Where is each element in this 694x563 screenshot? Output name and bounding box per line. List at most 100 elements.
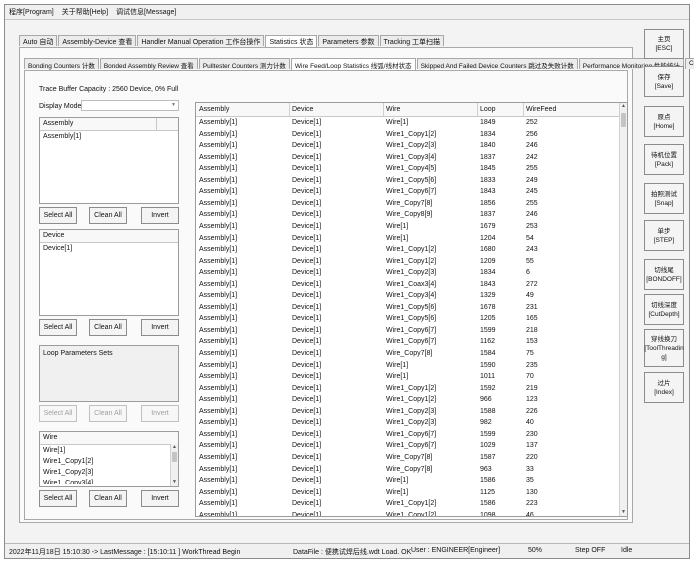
table-row[interactable]: Assembly[1] Device[1] Wire1_Copy1[2] 966 123: [196, 394, 620, 406]
table-row[interactable]: Assembly[1] Device[1] Wire1_Copy6[7] 1599 21…: [196, 325, 620, 337]
wire-feed-loop-table[interactable]: Assembly Device Wire Loop WireFeed Assem…: [195, 102, 628, 517]
table-row[interactable]: Assembly[1] Device[1] Wire_Copy7[8] 963 33: [196, 464, 620, 476]
assembly-invert-button[interactable]: Invert: [141, 207, 179, 224]
column-header-wirefeed[interactable]: WireFeed: [526, 103, 556, 116]
tab-handler-manual[interactable]: Handler Manual Operation 工作台操作: [137, 35, 265, 46]
tab-skipped-failed[interactable]: Skipped And Failed Device Counters 跳过及失败…: [416, 58, 578, 70]
device-clean-all-button[interactable]: Clean All: [89, 319, 127, 336]
table-scrollbar[interactable]: ▲ ▼: [619, 103, 627, 516]
list-item[interactable]: Wire1_Copy2[3]: [40, 467, 178, 478]
tab-bonding-counters[interactable]: Bonding Counters 计数: [24, 58, 99, 70]
table-row[interactable]: Assembly[1] Device[1] Wire[1] 1849 252: [196, 117, 620, 129]
tab-wire-feed-loop[interactable]: Wire Feed/Loop Statistics 线弧/线材状态: [290, 58, 416, 70]
snap-test-button[interactable]: 拍照测试 [Snap]: [644, 183, 684, 214]
wire-select-all-button[interactable]: Select All: [39, 490, 77, 507]
list-item[interactable]: Device[1]: [40, 243, 178, 254]
table-row[interactable]: Assembly[1] Device[1] Wire1_Copy3[4] 1837 24…: [196, 152, 620, 164]
table-row[interactable]: Assembly[1] Device[1] Wire_Copy8[9] 1837 246: [196, 209, 620, 221]
table-row[interactable]: Assembly[1] Device[1] Wire1_Copy3[4] 1329 49: [196, 290, 620, 302]
wire-list[interactable]: Wire Wire[1] Wire1_Copy1[2] Wire1_Copy2[…: [39, 431, 179, 487]
table-row[interactable]: Assembly[1] Device[1] Wire1_Copy5[6] 1678 23…: [196, 302, 620, 314]
table-row[interactable]: Assembly[1] Device[1] Wire[1] 1586 35: [196, 475, 620, 487]
menu-help[interactable]: 关于帮助[Help]: [58, 7, 112, 17]
scroll-thumb[interactable]: [621, 113, 626, 127]
device-select-all-button[interactable]: Select All: [39, 319, 77, 336]
column-header-device[interactable]: Device: [292, 103, 313, 116]
table-cell: Device[1]: [292, 430, 322, 438]
column-header-loop[interactable]: Loop: [480, 103, 496, 116]
tab-parameters[interactable]: Parameters 参数: [318, 35, 379, 46]
display-mode-select[interactable]: ▼: [81, 100, 179, 111]
table-row[interactable]: Assembly[1] Device[1] Wire_Copy7[8] 1587 220: [196, 452, 620, 464]
table-row[interactable]: Assembly[1] Device[1] Wire1_Copy2[3] 982 40: [196, 417, 620, 429]
assembly-list[interactable]: Assembly Assembly[1]: [39, 117, 179, 204]
tab-statistics[interactable]: Statistics 状态: [265, 35, 318, 47]
table-row[interactable]: Assembly[1] Device[1] Wire_Copy7[8] 1856 255: [196, 198, 620, 210]
scroll-down-icon[interactable]: ▼: [171, 479, 178, 486]
wire-list-scrollbar[interactable]: ▲ ▼: [170, 444, 178, 486]
assembly-clean-all-button[interactable]: Clean All: [89, 207, 127, 224]
scroll-down-icon[interactable]: ▼: [620, 509, 627, 516]
home-esc-button[interactable]: 主页 [ESC]: [644, 29, 684, 59]
table-cell: Device[1]: [292, 188, 322, 196]
tool-threading-button[interactable]: 穿线换刀 [ToolThreadin g]: [644, 329, 684, 367]
table-row[interactable]: Assembly[1] Device[1] Wire1_Copy6[7] 1029 13…: [196, 440, 620, 452]
scroll-thumb[interactable]: [172, 452, 177, 462]
cut-depth-button[interactable]: 切线深度 [CutDepth]: [644, 294, 684, 325]
table-row[interactable]: Assembly[1] Device[1] Wire[1] 1011 70: [196, 371, 620, 383]
table-cell: Device[1]: [292, 165, 322, 173]
table-cell: Assembly[1]: [199, 500, 238, 508]
table-row[interactable]: Assembly[1] Device[1] Wire1_Copy4[5] 1845 25…: [196, 163, 620, 175]
wire-clean-all-button[interactable]: Clean All: [89, 490, 127, 507]
tab-assembly-device[interactable]: Assembly-Device 查看: [58, 35, 137, 46]
step-button[interactable]: 单步 [STEP]: [644, 220, 684, 251]
save-button[interactable]: 保存 [Save]: [644, 66, 684, 97]
column-header-wire[interactable]: Wire: [386, 103, 400, 116]
list-item[interactable]: Wire[1]: [40, 445, 178, 456]
table-cell: 231: [526, 303, 538, 311]
table-row[interactable]: Assembly[1] Device[1] Wire1_Copy2[3] 1834 6: [196, 267, 620, 279]
table-cell: Wire1_Copy1[2]: [386, 511, 437, 517]
table-row[interactable]: Assembly[1] Device[1] Wire1_Copy5[6] 1205 16…: [196, 313, 620, 325]
origin-home-button[interactable]: 原点 [Home]: [644, 106, 684, 137]
tab-auto[interactable]: Auto 自动: [19, 35, 58, 46]
column-header-assembly[interactable]: Assembly: [199, 103, 229, 116]
assembly-select-all-button[interactable]: Select All: [39, 207, 77, 224]
table-row[interactable]: Assembly[1] Device[1] Wire[1] 1590 235: [196, 360, 620, 372]
table-row[interactable]: Assembly[1] Device[1] Wire1_Copy2[3] 1840 24…: [196, 140, 620, 152]
table-row[interactable]: Assembly[1] Device[1] Wire1_Copy1[2] 1209 55: [196, 256, 620, 268]
tab-tracking[interactable]: Tracking 工单扫描: [379, 35, 445, 46]
table-row[interactable]: Assembly[1] Device[1] Wire1_Copy1[2] 1592 21…: [196, 383, 620, 395]
scroll-up-icon[interactable]: ▲: [171, 444, 178, 451]
table-row[interactable]: Assembly[1] Device[1] Wire1_Copy2[3] 1588 22…: [196, 406, 620, 418]
table-row[interactable]: Assembly[1] Device[1] Wire1_Coax3[4] 1843 27…: [196, 279, 620, 291]
bondoff-button[interactable]: 切线尾 [BONDOFF]: [644, 259, 684, 290]
table-row[interactable]: Assembly[1] Device[1] Wire1_Copy1[2] 1098 46: [196, 510, 620, 517]
table-row[interactable]: Assembly[1] Device[1] Wire1_Copy1[2] 1586 22…: [196, 498, 620, 510]
table-row[interactable]: Assembly[1] Device[1] Wire1_Copy1[2] 1834 25…: [196, 129, 620, 141]
tab-co[interactable]: Co: [684, 58, 694, 69]
device-invert-button[interactable]: Invert: [141, 319, 179, 336]
table-row[interactable]: Assembly[1] Device[1] Wire[1] 1204 54: [196, 233, 620, 245]
table-row[interactable]: Assembly[1] Device[1] Wire1_Copy6[7] 1599 23…: [196, 429, 620, 441]
list-item[interactable]: Assembly[1]: [40, 131, 178, 142]
table-row[interactable]: Assembly[1] Device[1] Wire1_Copy6[7] 1162 15…: [196, 336, 620, 348]
table-row[interactable]: Assembly[1] Device[1] Wire_Copy7[8] 1584 75: [196, 348, 620, 360]
tab-bonded-assembly-review[interactable]: Bonded Assembly Review 查看: [99, 58, 198, 70]
table-row[interactable]: Assembly[1] Device[1] Wire1_Copy1[2] 1680 24…: [196, 244, 620, 256]
wire-invert-button[interactable]: Invert: [141, 490, 179, 507]
table-row[interactable]: Assembly[1] Device[1] Wire[1] 1125 130: [196, 487, 620, 499]
table-row[interactable]: Assembly[1] Device[1] Wire1_Copy6[7] 1843 24…: [196, 186, 620, 198]
list-item[interactable]: Wire1_Copy3[4]: [40, 478, 178, 484]
table-row[interactable]: Assembly[1] Device[1] Wire[1] 1679 253: [196, 221, 620, 233]
device-list[interactable]: Device Device[1]: [39, 229, 179, 316]
table-cell: Device[1]: [292, 453, 322, 461]
scroll-up-icon[interactable]: ▲: [620, 103, 627, 110]
menu-message[interactable]: 调试信息[Message]: [112, 7, 180, 17]
list-item[interactable]: Wire1_Copy1[2]: [40, 456, 178, 467]
index-button[interactable]: 过片 [Index]: [644, 372, 684, 403]
tab-pulltester-counters[interactable]: Pulltester Counters 测力计数: [198, 58, 290, 70]
standby-pack-button[interactable]: 待机位置 [Pack]: [644, 144, 684, 175]
table-row[interactable]: Assembly[1] Device[1] Wire1_Copy5[6] 1833 24…: [196, 175, 620, 187]
menu-program[interactable]: 程序[Program]: [5, 7, 58, 17]
